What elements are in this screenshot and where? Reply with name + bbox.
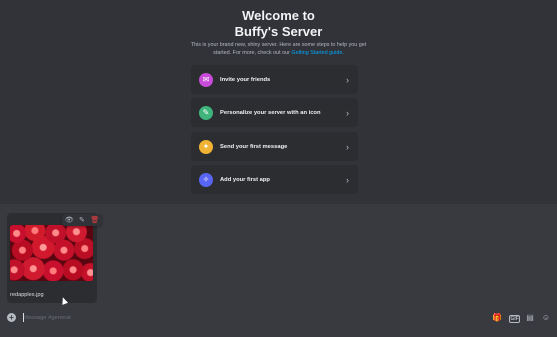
step-label: Invite your friends <box>220 76 271 83</box>
paintbrush-icon: ✎ <box>199 105 213 120</box>
text-caret <box>23 313 24 322</box>
welcome-section: Welcome to Buffy's Server This is your b… <box>0 0 557 204</box>
emoji-icon[interactable]: ☺ <box>541 313 551 323</box>
message-bubble-icon: ✦ <box>199 139 213 154</box>
welcome-title-line1: Welcome to <box>242 8 315 23</box>
step-add-app[interactable]: ✧ Add your first app › <box>191 165 358 194</box>
getting-started-link[interactable]: Getting Started guide. <box>291 50 343 56</box>
gift-icon[interactable]: 🎁 <box>492 313 502 323</box>
chevron-right-icon: › <box>346 174 349 185</box>
welcome-title-line2: Buffy's Server <box>234 24 323 39</box>
delete-icon[interactable]: 🗑 <box>90 217 99 224</box>
invite-friends-icon: ✉ <box>199 72 213 87</box>
attachment-actions: 👁 ✎ 🗑 <box>62 214 102 226</box>
upload-plus-button[interactable]: + <box>7 313 16 322</box>
app-rocket-icon: ✧ <box>199 172 213 187</box>
step-label: Add your first app <box>220 176 270 183</box>
attachment-image-thumbnail[interactable] <box>10 225 93 281</box>
step-personalize-icon[interactable]: ✎ Personalize your server with an icon › <box>191 98 358 127</box>
chevron-right-icon: › <box>346 74 349 85</box>
edit-icon[interactable]: ✎ <box>79 217 85 224</box>
step-label: Personalize your server with an icon <box>220 109 321 116</box>
chevron-right-icon: › <box>346 141 349 152</box>
view-icon[interactable]: 👁 <box>65 217 74 224</box>
message-input[interactable] <box>23 313 483 323</box>
gif-icon[interactable]: GIF <box>509 315 520 323</box>
welcome-subtitle: This is your brand new, shiny server. He… <box>188 42 369 57</box>
chevron-right-icon: › <box>346 107 349 118</box>
step-send-message[interactable]: ✦ Send your first message › <box>191 132 358 161</box>
attachment-filename: redapples.jpg <box>10 292 44 298</box>
step-label: Send your first message <box>220 143 288 150</box>
step-invite-friends[interactable]: ✉ Invite your friends › <box>191 65 358 94</box>
sticker-icon[interactable]: ▤ <box>525 313 535 323</box>
